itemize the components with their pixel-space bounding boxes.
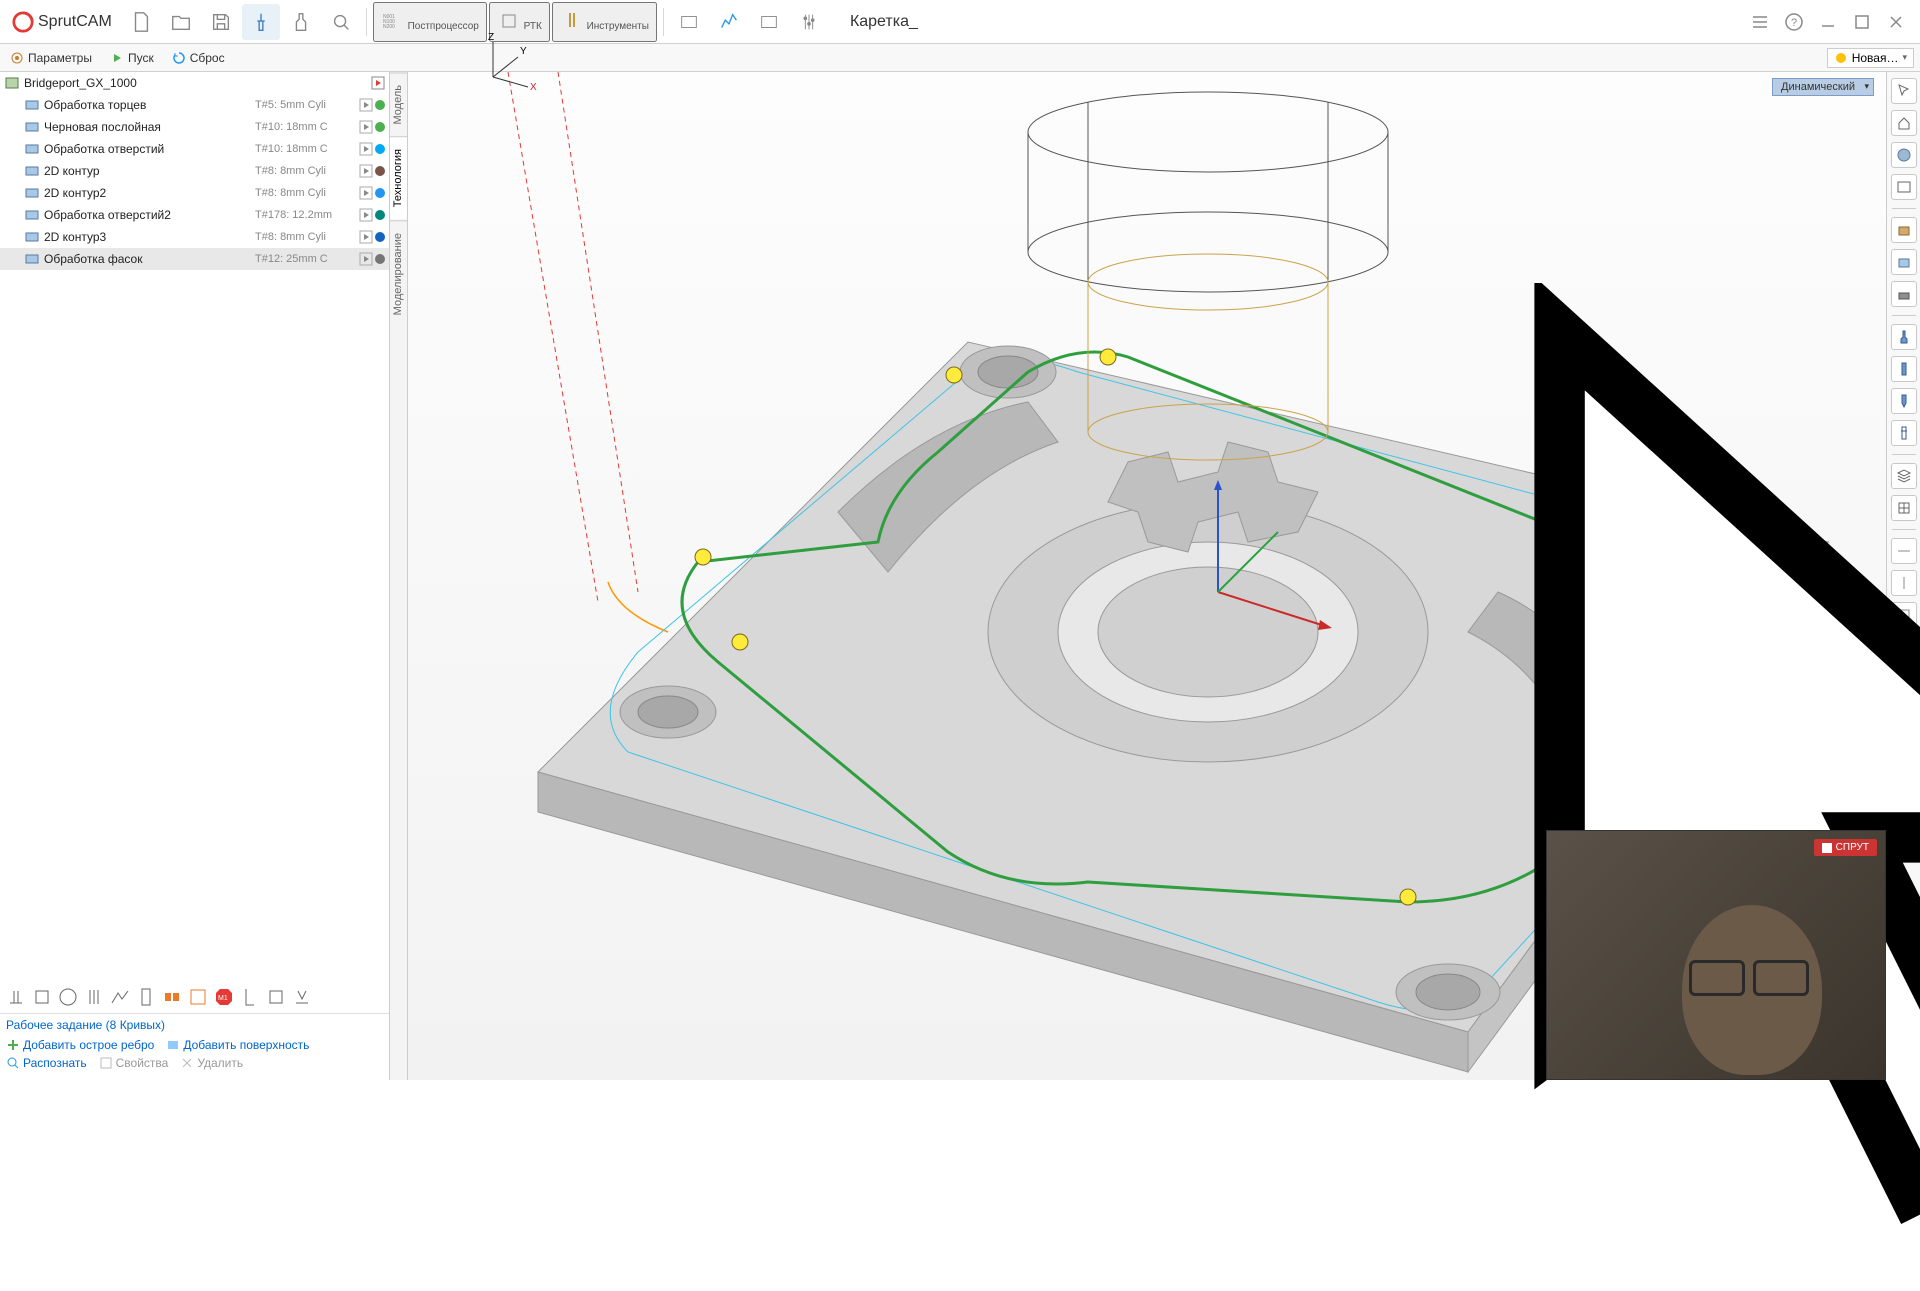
op-icon — [24, 229, 40, 245]
run-op-icon[interactable] — [359, 186, 373, 200]
feature-list[interactable]: Острое ребро Zmin:-9 Острое ребро Zmin:-… — [0, 1072, 389, 1080]
ts-btn-4[interactable] — [82, 985, 106, 1009]
ts-btn-stop[interactable]: M1 — [212, 985, 236, 1009]
op-status-dot — [375, 254, 385, 264]
webcam-badge: СПРУТ — [1814, 839, 1877, 856]
run-op-icon[interactable] — [359, 230, 373, 244]
op-icon — [24, 251, 40, 267]
postprocessor-button[interactable]: N001N100N200 Постпроцессор — [373, 2, 487, 42]
webcam-overlay: СПРУТ — [1546, 830, 1886, 1080]
op-icon — [24, 185, 40, 201]
vtab-model[interactable]: Модель — [390, 72, 407, 136]
run-op-icon[interactable] — [359, 208, 373, 222]
add-edge-link[interactable]: Добавить острое ребро — [6, 1038, 154, 1052]
ts-btn-11[interactable] — [290, 985, 314, 1009]
run-op-icon[interactable] — [359, 164, 373, 178]
op-icon — [24, 207, 40, 223]
tree-op-row[interactable]: 2D контур T#8: 8mm Cyli — [0, 160, 389, 182]
tool-holder-button[interactable] — [282, 4, 320, 40]
start-button[interactable]: Пуск — [106, 49, 158, 67]
simulate-button[interactable] — [322, 4, 360, 40]
minimize-icon[interactable] — [1818, 12, 1838, 32]
reset-button[interactable]: Сброс — [168, 49, 229, 67]
sprutcam-logo-icon — [12, 11, 34, 33]
ts-btn-5[interactable] — [108, 985, 132, 1009]
help-icon[interactable]: ? — [1784, 12, 1804, 32]
app-name: SprutCAM — [38, 13, 112, 31]
feature-row[interactable]: Острое ребро Zmin:-9 — [4, 1076, 385, 1080]
tree-op-row[interactable]: Обработка торцев T#5: 5mm Cyli — [0, 94, 389, 116]
run-all-icon[interactable] — [371, 76, 385, 90]
save-file-button[interactable] — [202, 4, 240, 40]
postprocessor-label: Постпроцессор — [408, 21, 479, 32]
file-title: Каретка_ — [850, 13, 1738, 31]
op-status-dot — [375, 144, 385, 154]
rtk-label: РТК — [524, 21, 542, 32]
params-button[interactable]: Параметры — [6, 49, 96, 67]
tree-op-row[interactable]: Черновая послойная T#10: 18mm C — [0, 116, 389, 138]
op-icon — [24, 97, 40, 113]
maximize-icon[interactable] — [1852, 12, 1872, 32]
svg-text:?: ? — [1791, 17, 1797, 29]
ts-btn-8[interactable] — [186, 985, 210, 1009]
tree-op-row[interactable]: Обработка отверстий2 T#178: 12.2mm — [0, 204, 389, 226]
left-panel: Bridgeport_GX_1000 Обработка торцев T#5:… — [0, 72, 390, 1080]
op-status-dot — [375, 188, 385, 198]
op-status-dot — [375, 210, 385, 220]
run-op-icon[interactable] — [359, 252, 373, 266]
tree-op-row[interactable]: 2D контур3 T#8: 8mm Cyli — [0, 226, 389, 248]
ts-btn-2[interactable] — [30, 985, 54, 1009]
svg-text:X: X — [530, 82, 537, 93]
op-icon — [24, 119, 40, 135]
op-status-dot — [375, 122, 385, 132]
app-logo: SprutCAM — [4, 11, 120, 33]
close-icon[interactable] — [1886, 12, 1906, 32]
vertical-tabs: Модель Технология Моделирование — [390, 72, 408, 1080]
tree-root[interactable]: Bridgeport_GX_1000 — [0, 72, 389, 94]
operation-tree[interactable]: Bridgeport_GX_1000 Обработка торцев T#5:… — [0, 72, 389, 302]
svg-text:Y: Y — [520, 46, 527, 57]
vtab-modeling[interactable]: Моделирование — [390, 220, 407, 327]
tools-label: Инструменты — [587, 21, 649, 32]
svg-text:N200: N200 — [383, 24, 395, 29]
add-surface-link[interactable]: Добавить поверхность — [166, 1038, 309, 1052]
tree-op-row[interactable]: Обработка фасок T#12: 25mm C — [0, 248, 389, 270]
ts-btn-10[interactable] — [264, 985, 288, 1009]
new-file-button[interactable] — [122, 4, 160, 40]
run-op-icon[interactable] — [359, 98, 373, 112]
properties-link[interactable]: Свойства — [99, 1056, 169, 1070]
ts-btn-3[interactable] — [56, 985, 80, 1009]
machining-button[interactable] — [242, 4, 280, 40]
op-status-dot — [375, 100, 385, 110]
sprut-badge-icon — [1822, 843, 1832, 853]
op-status-dot — [375, 166, 385, 176]
ts-btn-1[interactable] — [4, 985, 28, 1009]
vtab-technology[interactable]: Технология — [390, 136, 407, 219]
op-icon — [24, 163, 40, 179]
tree-op-row[interactable]: 2D контур2 T#8: 8mm Cyli — [0, 182, 389, 204]
run-op-icon[interactable] — [359, 142, 373, 156]
op-icon — [24, 141, 40, 157]
job-tool-strip: M1 — [0, 981, 389, 1014]
tree-op-row[interactable]: Обработка отверстий T#10: 18mm C — [0, 138, 389, 160]
job-label: Рабочее задание (8 Кривых) — [0, 1014, 389, 1036]
menu-icon[interactable] — [1750, 12, 1770, 32]
ts-btn-9[interactable] — [238, 985, 262, 1009]
run-op-icon[interactable] — [359, 120, 373, 134]
recognize-link[interactable]: Распознать — [6, 1056, 87, 1070]
ts-btn-7[interactable] — [160, 985, 184, 1009]
svg-text:Z: Z — [488, 32, 494, 43]
machine-icon — [4, 75, 20, 91]
delete-link[interactable]: Удалить — [180, 1056, 243, 1070]
open-file-button[interactable] — [162, 4, 200, 40]
op-status-dot — [375, 232, 385, 242]
ts-btn-6[interactable] — [134, 985, 158, 1009]
svg-text:M1: M1 — [218, 995, 228, 1002]
